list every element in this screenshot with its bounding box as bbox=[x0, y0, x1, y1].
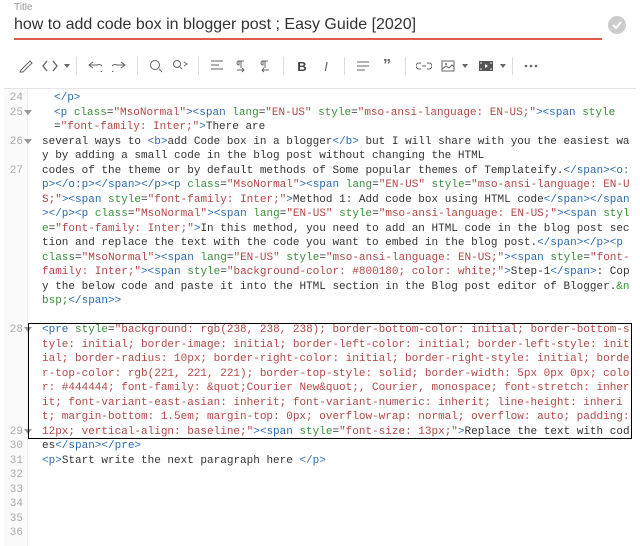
more-icon[interactable] bbox=[519, 54, 543, 78]
code-line[interactable]: codes of the theme or by default methods… bbox=[42, 164, 630, 324]
line-gutter: 24252627282930313233343536 bbox=[4, 89, 28, 546]
code-line[interactable]: <p>Start write the next paragraph here <… bbox=[42, 454, 630, 469]
separator bbox=[344, 57, 345, 75]
code-line[interactable] bbox=[42, 483, 630, 498]
separator bbox=[137, 57, 138, 75]
code-line[interactable] bbox=[42, 512, 630, 527]
separator bbox=[512, 57, 513, 75]
code-line[interactable]: several ways to <b>add Code box in a blo… bbox=[42, 135, 630, 164]
code-line[interactable] bbox=[42, 541, 630, 546]
title-row: Title bbox=[0, 0, 640, 40]
code-line[interactable] bbox=[42, 497, 630, 512]
dropdown-icon[interactable] bbox=[500, 64, 506, 68]
line-number: 29 bbox=[8, 425, 23, 440]
search-replace-icon[interactable] bbox=[168, 54, 192, 78]
quote-icon[interactable]: ” bbox=[375, 54, 399, 78]
link-icon[interactable] bbox=[412, 54, 436, 78]
line-number: 28 bbox=[8, 323, 23, 425]
html-mode-icon[interactable] bbox=[38, 54, 62, 78]
search-icon[interactable] bbox=[144, 54, 168, 78]
align-left-icon[interactable] bbox=[205, 54, 229, 78]
post-title-input[interactable] bbox=[14, 14, 602, 40]
line-number: 33 bbox=[8, 483, 23, 498]
code-line[interactable]: <pre style="background: rgb(238, 238, 23… bbox=[42, 323, 630, 454]
line-number: 36 bbox=[8, 526, 23, 541]
code-line[interactable] bbox=[42, 526, 630, 541]
code-line[interactable]: </p> bbox=[42, 91, 630, 106]
dropdown-icon[interactable] bbox=[462, 64, 468, 68]
separator bbox=[76, 57, 77, 75]
undo-icon[interactable] bbox=[83, 54, 107, 78]
code-line[interactable] bbox=[42, 468, 630, 483]
line-number: 32 bbox=[8, 468, 23, 483]
line-number: 31 bbox=[8, 454, 23, 469]
line-number: 27 bbox=[8, 164, 23, 324]
bold-icon[interactable]: B bbox=[290, 54, 314, 78]
redo-icon[interactable] bbox=[107, 54, 131, 78]
format-icon[interactable] bbox=[351, 54, 375, 78]
line-number: 26 bbox=[8, 135, 23, 164]
done-icon[interactable] bbox=[608, 16, 626, 34]
code-line[interactable]: <p class="MsoNormal"><span lang="EN-US" … bbox=[42, 106, 630, 135]
line-number: 34 bbox=[8, 497, 23, 512]
line-number: 24 bbox=[8, 91, 23, 106]
italic-icon[interactable]: I bbox=[314, 54, 338, 78]
code-editor[interactable]: 24252627282930313233343536 </p><p class=… bbox=[4, 88, 636, 546]
title-label: Title bbox=[14, 2, 602, 13]
line-number: 25 bbox=[8, 106, 23, 135]
video-icon[interactable] bbox=[474, 54, 498, 78]
rtl-icon[interactable] bbox=[253, 54, 277, 78]
toolbar: B I ” bbox=[0, 48, 640, 84]
dropdown-icon[interactable] bbox=[64, 64, 70, 68]
separator bbox=[198, 57, 199, 75]
line-number: 30 bbox=[8, 439, 23, 454]
ltr-icon[interactable] bbox=[229, 54, 253, 78]
separator bbox=[405, 57, 406, 75]
line-number: 35 bbox=[8, 512, 23, 527]
separator bbox=[283, 57, 284, 75]
compose-mode-icon[interactable] bbox=[14, 54, 38, 78]
image-icon[interactable] bbox=[436, 54, 460, 78]
editor-page: Title B I ” bbox=[0, 0, 640, 546]
code-area[interactable]: </p><p class="MsoNormal"><span lang="EN-… bbox=[28, 89, 636, 546]
